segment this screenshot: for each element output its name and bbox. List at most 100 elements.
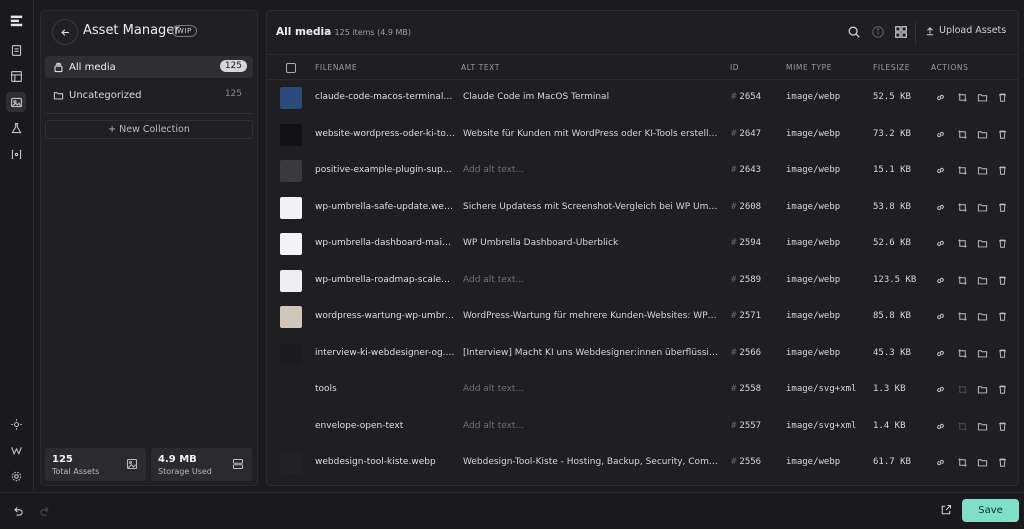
alt-text-cell[interactable]: Webdesign-Tool-Kiste - Hosting, Backup, … [463,457,718,467]
move-folder-icon[interactable] [977,202,988,213]
search-icon[interactable] [847,25,861,39]
crop-icon[interactable] [957,384,968,395]
copy-link-icon[interactable] [935,238,946,249]
collection-uncategorized[interactable]: Uncategorized 125 [45,84,253,106]
variable-icon[interactable] [8,146,24,162]
crop-icon[interactable] [957,238,968,249]
copy-link-icon[interactable] [935,165,946,176]
column-alt-text[interactable]: ALT TEXT [461,63,500,72]
thumbnail[interactable] [280,196,302,219]
redo-icon[interactable] [39,506,51,518]
copy-link-icon[interactable] [935,348,946,359]
alt-text-cell[interactable]: Sichere Updatess mit Screenshot-Vergleic… [463,202,718,212]
alt-text-cell[interactable]: Add alt text... [463,275,718,285]
copy-link-icon[interactable] [935,421,946,432]
copy-link-icon[interactable] [935,275,946,286]
filename-cell[interactable]: positive-example-plugin-support.webp [315,165,455,175]
layout-icon[interactable] [8,68,24,84]
flask-icon[interactable] [8,120,24,136]
alt-text-cell[interactable]: Add alt text... [463,165,718,175]
crop-icon[interactable] [957,275,968,286]
external-link-icon[interactable] [940,504,952,516]
trash-icon[interactable] [997,165,1008,176]
trash-icon[interactable] [997,384,1008,395]
copy-link-icon[interactable] [935,384,946,395]
trash-icon[interactable] [997,457,1008,468]
filename-cell[interactable]: tools [315,384,455,394]
move-folder-icon[interactable] [977,384,988,395]
copy-link-icon[interactable] [935,457,946,468]
crop-icon[interactable] [957,202,968,213]
thumbnail[interactable] [280,452,302,474]
thumbnail[interactable] [280,269,302,292]
thumbnail[interactable] [280,415,302,438]
undo-icon[interactable] [12,506,24,518]
logo-icon[interactable] [8,12,24,28]
select-all-checkbox[interactable] [286,63,296,73]
alt-text-cell[interactable]: WP Umbrella Dashboard-Überblick [463,238,718,248]
table-row[interactable]: wordpress-wartung-wp-umbrella.webp WordP… [267,299,1018,335]
thumbnail[interactable] [280,233,302,255]
info-icon[interactable] [871,25,885,39]
move-folder-icon[interactable] [977,421,988,432]
thumbnail[interactable] [280,342,302,365]
trash-icon[interactable] [997,92,1008,103]
column-filename[interactable]: FILENAME [315,63,357,72]
new-collection-button[interactable]: + New Collection [45,120,253,139]
trash-icon[interactable] [997,348,1008,359]
trash-icon[interactable] [997,311,1008,322]
crop-icon[interactable] [957,92,968,103]
back-button[interactable] [52,19,78,45]
move-folder-icon[interactable] [977,238,988,249]
thumbnail[interactable] [280,87,302,109]
trash-icon[interactable] [997,275,1008,286]
copy-link-icon[interactable] [935,92,946,103]
wordpress-icon[interactable] [8,442,24,458]
trash-icon[interactable] [997,421,1008,432]
filename-cell[interactable]: claude-code-macos-terminal.webp [315,92,455,102]
column-id[interactable]: ID [730,63,739,72]
gear-icon[interactable] [8,468,24,484]
page-icon[interactable] [8,42,24,58]
thumbnail[interactable] [280,123,302,146]
filename-cell[interactable]: wp-umbrella-roadmap-scaled.webp [315,275,455,285]
table-row[interactable]: tools Add alt text... #2558 image/svg+xm… [267,372,1018,408]
alt-text-cell[interactable]: WordPress-Wartung für mehrere Kunden-Web… [463,311,718,321]
table-row[interactable]: wp-umbrella-safe-update.webp Sichere Upd… [267,190,1018,226]
alt-text-cell[interactable]: Claude Code im MacOS Terminal [463,92,718,102]
alt-text-cell[interactable]: Website für Kunden mit WordPress oder KI… [463,129,718,139]
grid-view-icon[interactable] [894,25,908,39]
trash-icon[interactable] [997,129,1008,140]
move-folder-icon[interactable] [977,275,988,286]
filename-cell[interactable]: wp-umbrella-dashboard-main.webp [315,238,455,248]
crop-icon[interactable] [957,165,968,176]
trash-icon[interactable] [997,238,1008,249]
filename-cell[interactable]: webdesign-tool-kiste.webp [315,457,455,467]
move-folder-icon[interactable] [977,129,988,140]
table-row[interactable]: claude-code-macos-terminal.webp Claude C… [267,80,1018,116]
table-row[interactable]: wp-umbrella-roadmap-scaled.webp Add alt … [267,263,1018,299]
move-folder-icon[interactable] [977,457,988,468]
sun-icon[interactable] [8,416,24,432]
alt-text-cell[interactable]: Add alt text... [463,384,718,394]
table-row[interactable]: positive-example-plugin-support.webp Add… [267,153,1018,189]
trash-icon[interactable] [997,202,1008,213]
upload-assets-button[interactable]: Upload Assets [925,25,1006,36]
copy-link-icon[interactable] [935,202,946,213]
filename-cell[interactable]: interview-ki-webdesigner-og.webp [315,348,455,358]
move-folder-icon[interactable] [977,165,988,176]
table-row[interactable]: wp-umbrella-dashboard-main.webp WP Umbre… [267,226,1018,262]
table-row[interactable]: website-wordpress-oder-ki-tools.webp Web… [267,117,1018,153]
crop-icon[interactable] [957,457,968,468]
collection-all-media[interactable]: All media 125 [45,56,253,78]
move-folder-icon[interactable] [977,92,988,103]
filename-cell[interactable]: website-wordpress-oder-ki-tools.webp [315,129,455,139]
alt-text-cell[interactable]: Add alt text... [463,421,718,431]
crop-icon[interactable] [957,129,968,140]
thumbnail[interactable] [280,306,302,328]
alt-text-cell[interactable]: [Interview] Macht KI uns Webdesigner:inn… [463,348,718,358]
filename-cell[interactable]: wordpress-wartung-wp-umbrella.webp [315,311,455,321]
column-filesize[interactable]: FILESIZE [873,63,910,72]
media-icon[interactable] [6,92,26,112]
table-row[interactable]: envelope-open-text Add alt text... #2557… [267,409,1018,445]
